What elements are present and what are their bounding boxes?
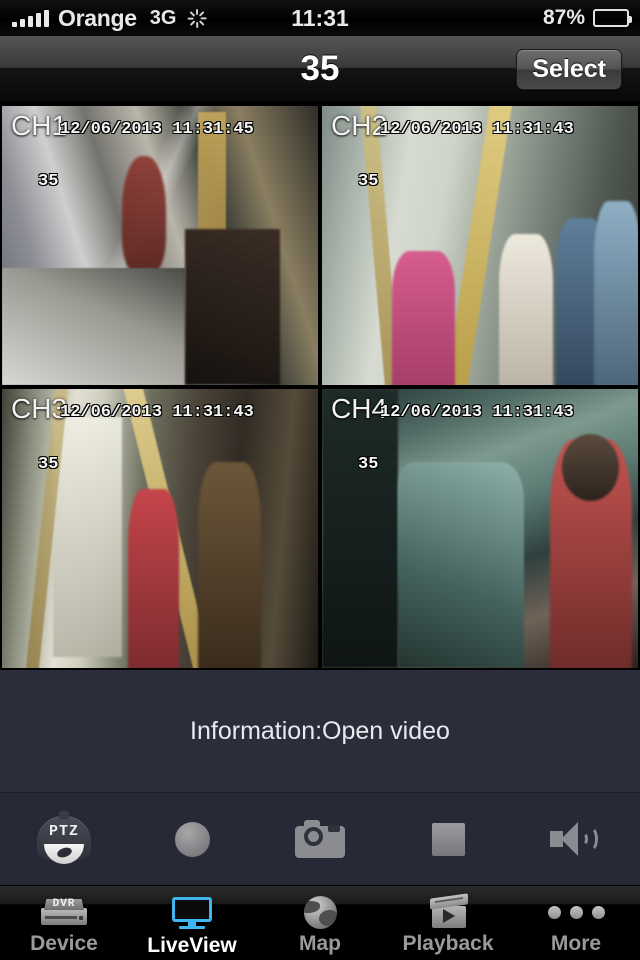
control-bar: PTZ: [0, 792, 640, 885]
timestamp-ch2: 12/06/2013 11:31:43: [380, 120, 574, 139]
tab-label-playback: Playback: [402, 932, 494, 955]
snapshot-button[interactable]: [272, 804, 368, 874]
select-button[interactable]: Select: [516, 49, 622, 90]
page-title: 35: [300, 48, 340, 88]
tab-liveview[interactable]: LiveView: [128, 886, 256, 960]
video-cell-ch2[interactable]: CH2 12/06/2013 11:31:43 35: [322, 106, 638, 385]
status-bar: Orange 3G 11:31 87%: [0, 0, 640, 36]
video-image-ch1: [2, 106, 318, 385]
video-feed-ch3: [2, 389, 318, 668]
camera-icon: [295, 820, 345, 858]
ptz-button[interactable]: PTZ: [16, 804, 112, 874]
monitor-icon: [168, 896, 216, 931]
video-feed-ch1: [2, 106, 318, 385]
globe-icon: [296, 895, 344, 929]
clapper-icon: [424, 893, 472, 929]
osd-number-ch4: 35: [358, 455, 379, 474]
information-panel: Information:Open video: [0, 670, 640, 792]
tab-more[interactable]: More: [512, 886, 640, 960]
osd-number-ch3: 35: [38, 455, 59, 474]
channel-label-ch2: CH2: [331, 110, 388, 141]
tab-map[interactable]: Map: [256, 886, 384, 960]
ellipsis-icon: [547, 895, 605, 929]
channel-label-ch1: CH1: [11, 110, 68, 141]
dvr-icon: DVR: [40, 895, 88, 929]
video-image-ch2: [322, 106, 638, 385]
channel-label-ch3: CH3: [11, 393, 68, 424]
audio-button[interactable]: [528, 804, 624, 874]
stop-square-icon: [431, 822, 465, 856]
timestamp-ch4: 12/06/2013 11:31:43: [380, 403, 574, 422]
video-cell-ch4[interactable]: CH4 12/06/2013 11:31:43 35: [322, 389, 638, 668]
video-feed-ch2: [322, 106, 638, 385]
tab-device[interactable]: DVR Device: [0, 886, 128, 960]
navigation-bar: 35 Select: [0, 36, 640, 102]
clock-label: 11:31: [291, 4, 349, 31]
tab-label-liveview: LiveView: [147, 933, 237, 957]
information-text: Information:Open video: [190, 716, 450, 745]
record-button[interactable]: [144, 804, 240, 874]
battery-icon: [593, 9, 632, 27]
tab-label-device: Device: [30, 932, 98, 955]
tab-label-more: More: [550, 932, 602, 955]
video-image-ch4: [322, 389, 638, 668]
timestamp-ch3: 12/06/2013 11:31:43: [60, 403, 254, 422]
timestamp-ch1: 12/06/2013 11:31:45: [60, 120, 254, 139]
osd-number-ch1: 35: [38, 172, 59, 191]
video-cell-ch3[interactable]: CH3 12/06/2013 11:31:43 35: [2, 389, 318, 668]
record-circle-icon: [174, 821, 210, 857]
tab-playback[interactable]: Playback: [384, 886, 512, 960]
tab-label-map: Map: [299, 932, 341, 955]
stop-button[interactable]: [400, 804, 496, 874]
video-cell-ch1[interactable]: CH1 12/06/2013 11:31:45 35: [2, 106, 318, 385]
channel-label-ch4: CH4: [331, 393, 388, 424]
osd-number-ch2: 35: [358, 172, 379, 191]
video-feed-ch4: [322, 389, 638, 668]
ptz-icon-label: PTZ: [48, 823, 79, 840]
ptz-dome-camera-icon: PTZ: [37, 811, 91, 864]
video-grid: CH1 12/06/2013 11:31:45 35 CH2 12/06/201…: [0, 102, 640, 670]
speaker-icon: [550, 820, 602, 858]
video-image-ch3: [2, 389, 318, 668]
tab-bar: DVR Device LiveView Map Playback More: [0, 885, 640, 960]
